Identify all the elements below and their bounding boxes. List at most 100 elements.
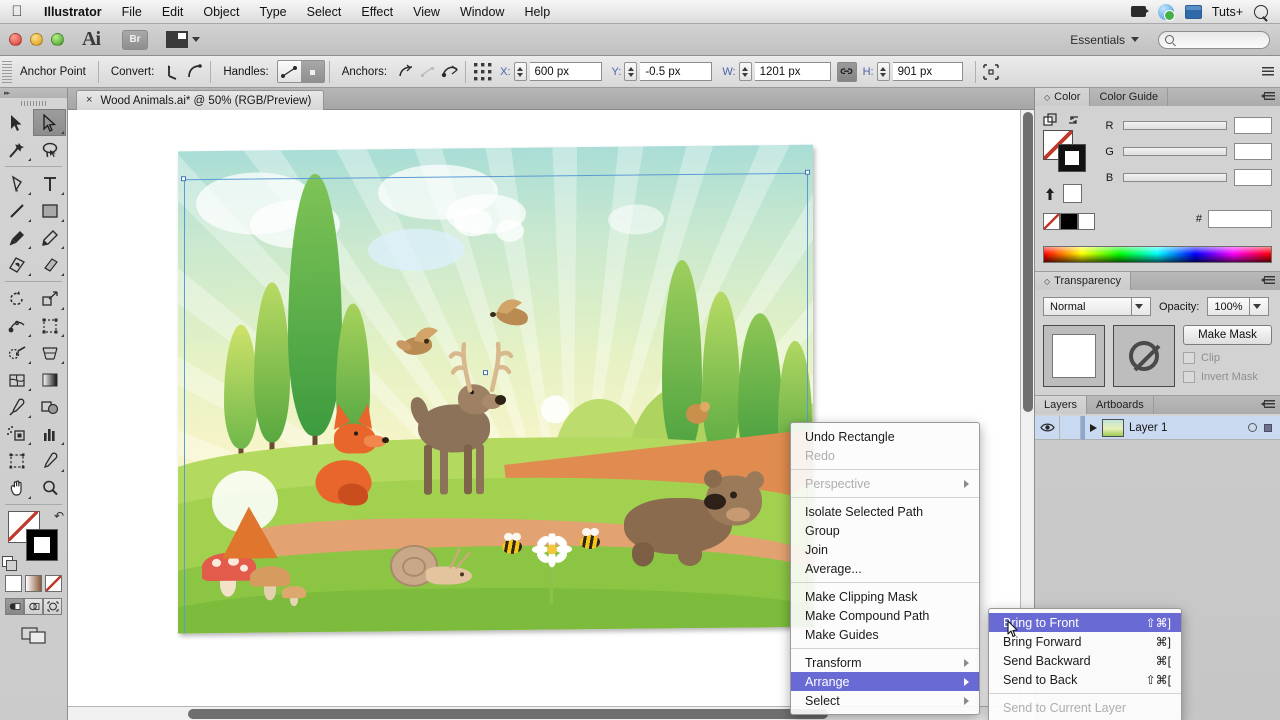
eraser-tool[interactable]	[33, 251, 66, 278]
gradient-swatch-button[interactable]	[25, 575, 42, 592]
panel-menu-icon[interactable]	[1261, 92, 1275, 103]
menu-select[interactable]: Select	[297, 0, 352, 24]
shape-builder-tool[interactable]	[0, 339, 33, 366]
scale-tool[interactable]	[33, 285, 66, 312]
y-stepper[interactable]	[624, 62, 638, 81]
tab-layers[interactable]: Layers	[1035, 396, 1088, 414]
black-swatch-button[interactable]	[1060, 213, 1078, 230]
menu-window[interactable]: Window	[450, 0, 514, 24]
menu-item-select[interactable]: Select	[791, 691, 979, 710]
mask-thumbnail[interactable]	[1113, 325, 1175, 387]
link-icon[interactable]	[836, 61, 857, 82]
cut-path-icon[interactable]	[439, 61, 461, 83]
control-bar-grip[interactable]	[2, 60, 12, 83]
menu-illustrator[interactable]: Illustrator	[34, 0, 112, 24]
h-input[interactable]: 901 px	[892, 62, 963, 81]
context-menu[interactable]: Undo Rectangle Redo Perspective Isolate …	[790, 422, 980, 715]
fill-stroke-swatches[interactable]	[1043, 130, 1089, 172]
type-tool[interactable]	[33, 170, 66, 197]
lock-column[interactable]	[1059, 415, 1081, 440]
handles-segmented-control[interactable]	[276, 60, 325, 83]
magic-wand-tool[interactable]	[0, 136, 33, 163]
bridge-button[interactable]: Br	[122, 29, 148, 50]
invert-mask-row[interactable]: Invert Mask	[1183, 371, 1272, 383]
perspective-grid-tool[interactable]	[33, 339, 66, 366]
object-thumbnail[interactable]	[1043, 325, 1105, 387]
artboard-artwork[interactable]	[178, 144, 813, 634]
hex-input[interactable]	[1208, 210, 1272, 228]
minimize-window-button[interactable]	[30, 33, 43, 46]
scrollbar-thumb[interactable]	[188, 709, 828, 719]
anchor-point[interactable]	[483, 370, 488, 376]
search-icon[interactable]	[1252, 4, 1270, 20]
collapse-panel-icon[interactable]: ▸▸	[4, 89, 10, 97]
submenu-item-send-backward[interactable]: Send Backward ⌘[	[989, 651, 1181, 670]
menu-object[interactable]: Object	[193, 0, 249, 24]
panel-menu-icon[interactable]	[1261, 400, 1275, 411]
width-tool[interactable]	[0, 312, 33, 339]
rectangle-tool[interactable]	[33, 197, 66, 224]
reference-point-selector[interactable]	[470, 61, 496, 83]
direct-selection-tool[interactable]	[33, 109, 66, 136]
menu-item-transform[interactable]: Transform	[791, 653, 979, 672]
apple-icon[interactable]: 	[0, 4, 34, 19]
x-input[interactable]: 600 px	[529, 62, 602, 81]
lasso-tool[interactable]	[33, 136, 66, 163]
menu-item-average[interactable]: Average...	[791, 559, 979, 578]
white-swatch-button[interactable]	[1077, 213, 1095, 230]
video-camera-icon[interactable]	[1130, 4, 1149, 20]
convert-to-corner-icon[interactable]	[162, 61, 184, 83]
channel-input-b[interactable]	[1234, 169, 1272, 186]
swap-fill-stroke-icon[interactable]	[1066, 113, 1081, 127]
tools-panel-grip[interactable]	[0, 98, 67, 109]
selection-tool[interactable]	[0, 109, 33, 136]
target-indicator-icon[interactable]	[1248, 423, 1257, 432]
align-icon[interactable]	[980, 61, 1002, 83]
default-fill-stroke-icon[interactable]	[2, 556, 17, 571]
artboard-tool[interactable]	[0, 447, 33, 474]
color-preview-swatch[interactable]	[1063, 184, 1082, 203]
blob-brush-tool[interactable]	[0, 251, 33, 278]
h-stepper[interactable]	[876, 62, 890, 81]
tab-transparency[interactable]: ◇ Transparency	[1035, 272, 1131, 290]
x-stepper[interactable]	[513, 62, 527, 81]
y-input[interactable]: -0.5 px	[640, 62, 713, 81]
menu-edit[interactable]: Edit	[152, 0, 194, 24]
column-graph-tool[interactable]	[33, 420, 66, 447]
menu-item-isolate-selected-path[interactable]: Isolate Selected Path	[791, 502, 979, 521]
draw-inside-button[interactable]	[43, 598, 62, 615]
scrollbar-thumb[interactable]	[1023, 112, 1033, 412]
opacity-input[interactable]: 100%	[1207, 297, 1270, 316]
menu-type[interactable]: Type	[250, 0, 297, 24]
stroke-swatch[interactable]	[26, 529, 58, 561]
swap-fill-stroke-icon[interactable]: ↶	[54, 509, 64, 523]
color-swatch-button[interactable]	[5, 575, 22, 592]
window-icon[interactable]	[1184, 4, 1203, 20]
blend-mode-select[interactable]: Normal	[1043, 297, 1151, 316]
blend-tool[interactable]	[33, 393, 66, 420]
control-bar-overflow[interactable]	[1262, 66, 1280, 77]
document-tab[interactable]: × Wood Animals.ai* @ 50% (RGB/Preview)	[76, 90, 325, 110]
draw-behind-button[interactable]	[24, 598, 43, 615]
clip-row[interactable]: Clip	[1183, 352, 1272, 364]
close-icon[interactable]: ×	[86, 95, 92, 106]
eyedropper-tool[interactable]	[0, 393, 33, 420]
channel-input-g[interactable]	[1234, 143, 1272, 160]
tab-color[interactable]: ◇ Color	[1035, 88, 1091, 106]
layer-name[interactable]: Layer 1	[1129, 422, 1248, 434]
out-of-gamut-icon[interactable]	[1043, 187, 1057, 201]
anchor-point[interactable]	[181, 176, 186, 182]
stroke-swatch[interactable]	[1058, 144, 1086, 172]
eye-icon[interactable]	[1035, 422, 1059, 433]
anchor-point[interactable]	[805, 169, 810, 175]
zoom-window-button[interactable]	[51, 33, 64, 46]
menu-item-make-clipping-mask[interactable]: Make Clipping Mask	[791, 587, 979, 606]
none-swatch-button[interactable]	[1043, 213, 1061, 230]
disclosure-triangle-icon[interactable]	[1085, 423, 1101, 433]
menu-item-undo[interactable]: Undo Rectangle	[791, 427, 979, 446]
menu-item-group[interactable]: Group	[791, 521, 979, 540]
submenu-item-send-to-back[interactable]: Send to Back ⇧⌘[	[989, 670, 1181, 689]
menu-file[interactable]: File	[112, 0, 152, 24]
tab-artboards[interactable]: Artboards	[1087, 396, 1154, 414]
hand-tool[interactable]	[0, 474, 33, 501]
